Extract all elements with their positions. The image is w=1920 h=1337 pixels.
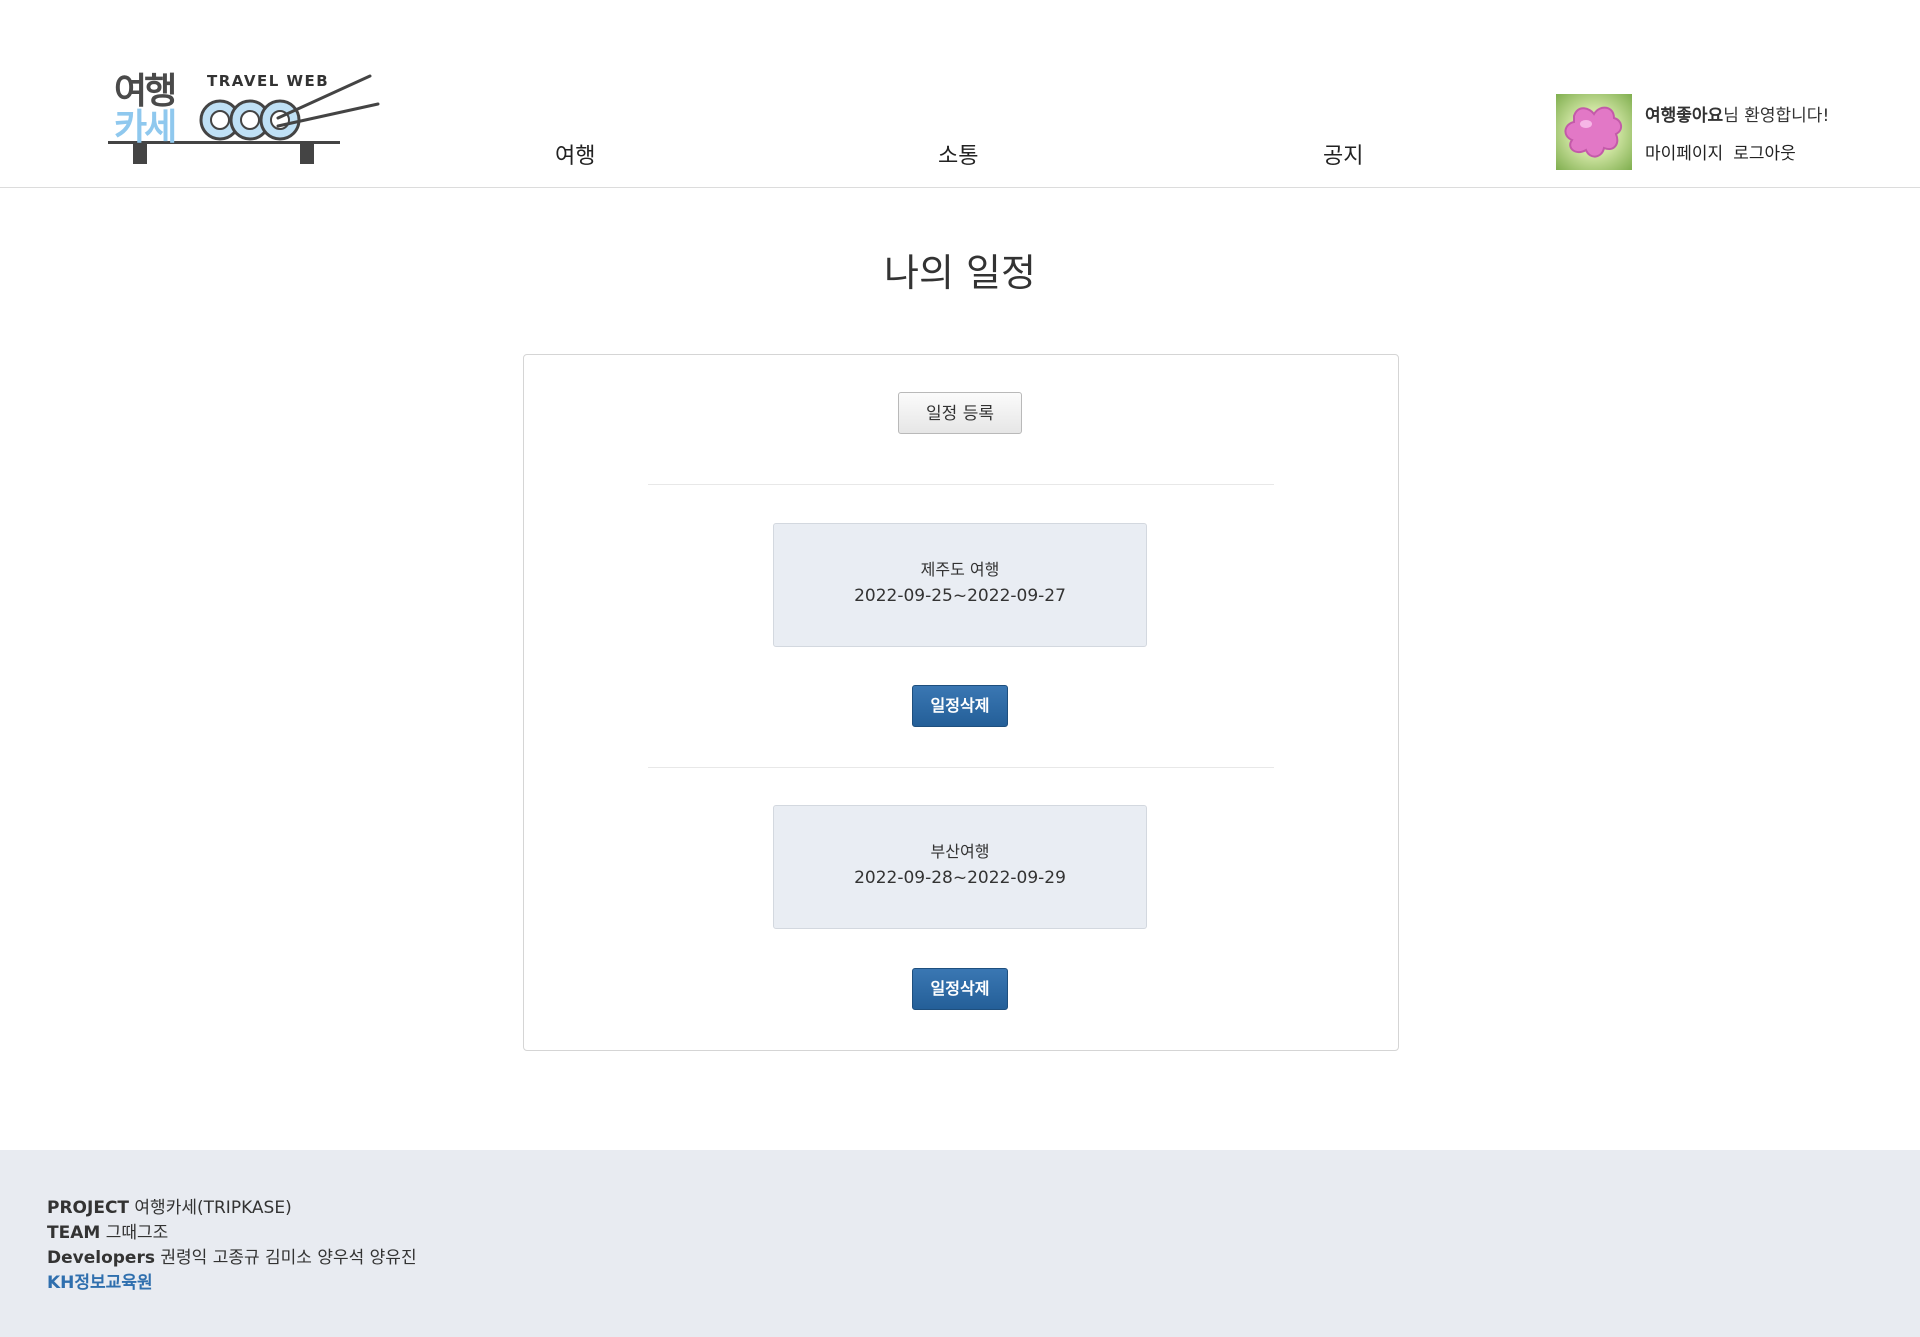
schedule-name: 제주도 여행 bbox=[920, 560, 1000, 579]
footer-developers-line: Developers 권령익 고종규 김미소 양우석 양유진 bbox=[47, 1246, 417, 1271]
footer-project-line: PROJECT 여행카세(TRIPKASE) bbox=[47, 1196, 417, 1221]
logo-subtitle: TRAVEL WEB bbox=[207, 72, 330, 90]
schedule-dates: 2022-09-25~2022-09-27 bbox=[854, 586, 1066, 606]
user-nickname: 여행좋아요 bbox=[1645, 106, 1724, 126]
register-schedule-button[interactable]: 일정 등록 bbox=[898, 392, 1022, 434]
footer-info: PROJECT 여행카세(TRIPKASE) TEAM 그때그조 Develop… bbox=[47, 1196, 417, 1296]
project-value: 여행카세(TRIPKASE) bbox=[134, 1198, 292, 1218]
nav-community[interactable]: 소통 bbox=[938, 138, 978, 170]
schedule-dates: 2022-09-28~2022-09-29 bbox=[854, 868, 1066, 888]
divider bbox=[648, 767, 1274, 768]
schedule-card[interactable]: 제주도 여행 2022-09-25~2022-09-27 bbox=[773, 523, 1147, 647]
logout-link[interactable]: 로그아웃 bbox=[1733, 144, 1796, 164]
site-footer: PROJECT 여행카세(TRIPKASE) TEAM 그때그조 Develop… bbox=[0, 1150, 1920, 1337]
schedule-card[interactable]: 부산여행 2022-09-28~2022-09-29 bbox=[773, 805, 1147, 929]
nav-travel[interactable]: 여행 bbox=[555, 138, 595, 170]
mypage-link[interactable]: 마이페이지 bbox=[1645, 144, 1723, 164]
site-logo[interactable]: 여행 카세 TRAVEL WEB bbox=[100, 58, 390, 170]
team-value: 그때그조 bbox=[105, 1223, 169, 1243]
divider bbox=[648, 484, 1274, 485]
greeting-suffix: 님 환영합니다! bbox=[1723, 106, 1830, 126]
delete-schedule-button[interactable]: 일정삭제 bbox=[912, 968, 1008, 1010]
footer-team-line: TEAM 그때그조 bbox=[47, 1221, 417, 1246]
institute-link[interactable]: KH정보교육원 bbox=[47, 1273, 153, 1293]
delete-schedule-button[interactable]: 일정삭제 bbox=[912, 685, 1008, 727]
avatar bbox=[1556, 94, 1632, 170]
developers-value: 권령익 고종규 김미소 양우석 양유진 bbox=[160, 1248, 417, 1268]
schedule-name: 부산여행 bbox=[930, 842, 990, 861]
welcome-message: 여행좋아요님 환영합니다! bbox=[1645, 101, 1829, 126]
page-title: 나의 일정 bbox=[884, 251, 1036, 295]
logo-text-bottom: 카세 bbox=[114, 107, 177, 148]
pink-blob-avatar-icon bbox=[1564, 106, 1622, 158]
user-links: 마이페이지 로그아웃 bbox=[1645, 139, 1806, 164]
nav-notice[interactable]: 공지 bbox=[1323, 138, 1363, 170]
project-label: PROJECT bbox=[47, 1198, 130, 1218]
site-header: 여행 카세 TRAVEL WEB 여행 소통 공지 여행좋아요님 환영합니다! … bbox=[0, 0, 1920, 188]
team-label: TEAM bbox=[47, 1223, 101, 1243]
developers-label: Developers bbox=[47, 1248, 155, 1268]
